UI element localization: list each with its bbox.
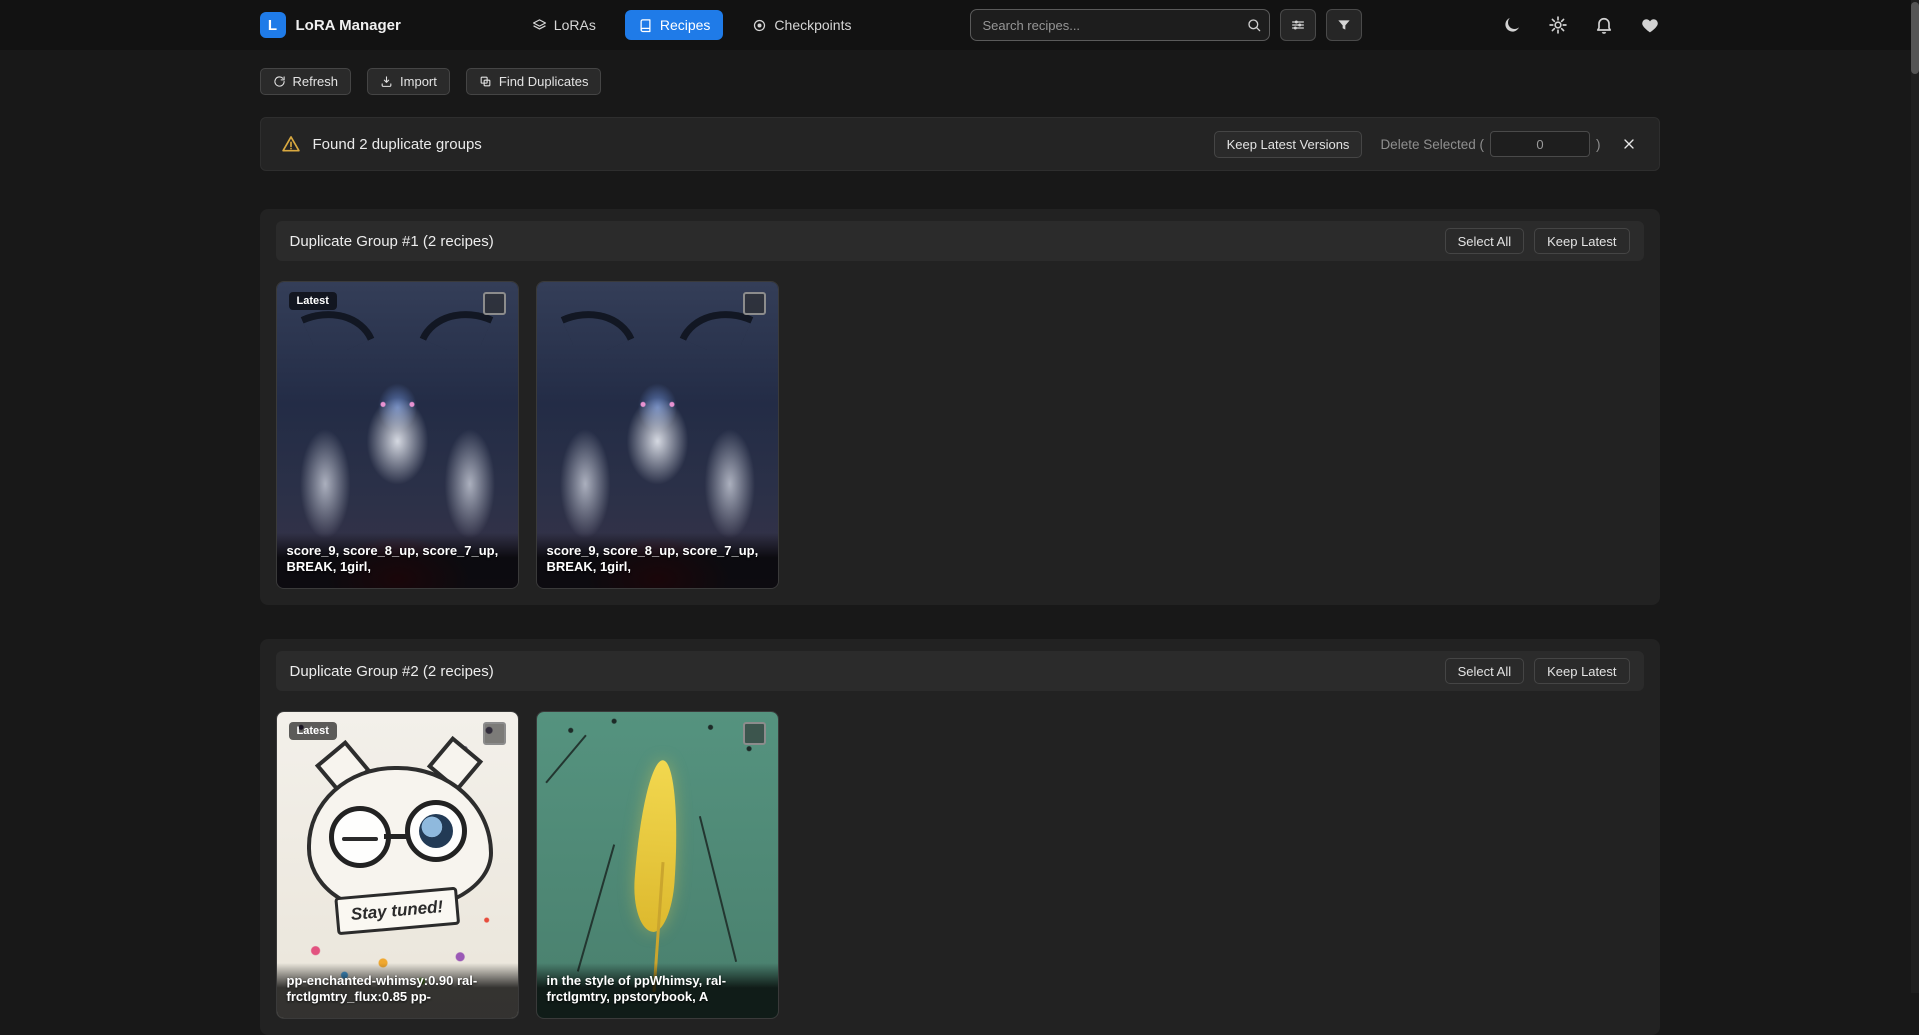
delete-selected-control: Delete Selected ( ) <box>1380 131 1600 157</box>
sliders-icon <box>1290 17 1306 33</box>
funnel-filter-button[interactable] <box>1326 9 1362 41</box>
duplicates-banner: Found 2 duplicate groups Keep Latest Ver… <box>260 117 1660 171</box>
navbar-inner: L LoRA Manager LoRAs Recipes C <box>260 0 1660 50</box>
import-label: Import <box>400 74 437 89</box>
select-all-button[interactable]: Select All <box>1445 658 1524 684</box>
twig-decoration <box>698 816 736 962</box>
delete-count-input[interactable] <box>1490 131 1590 157</box>
card-checkbox[interactable] <box>743 722 766 745</box>
nav-actions <box>1502 15 1660 35</box>
favorites-button[interactable] <box>1640 15 1660 35</box>
recipe-card[interactable]: Latest score_9, score_8_up, score_7_up, … <box>276 281 519 589</box>
tab-label: Recipes <box>660 17 711 33</box>
gear-icon <box>1548 15 1568 35</box>
refresh-button[interactable]: Refresh <box>260 68 352 95</box>
card-checkbox[interactable] <box>483 722 506 745</box>
card-checkbox[interactable] <box>743 292 766 315</box>
book-icon <box>638 18 653 33</box>
delete-selected-prefix: Delete Selected ( <box>1380 137 1484 152</box>
heart-icon <box>1640 15 1660 35</box>
checkpoint-icon <box>752 18 767 33</box>
group-title: Duplicate Group #2 (2 recipes) <box>290 663 494 680</box>
card-caption: score_9, score_8_up, score_7_up, BREAK, … <box>277 533 518 588</box>
banner-close-button[interactable] <box>1619 134 1639 154</box>
latest-badge: Latest <box>289 722 337 740</box>
card-checkbox[interactable] <box>483 292 506 315</box>
sliders-filter-button[interactable] <box>1280 9 1316 41</box>
delete-selected-suffix: ) <box>1596 137 1601 152</box>
tab-label: LoRAs <box>554 17 596 33</box>
page-content: Refresh Import Find Duplicates Found 2 d… <box>260 50 1660 1035</box>
keep-latest-button[interactable]: Keep Latest <box>1534 228 1629 254</box>
layers-icon <box>532 18 547 33</box>
refresh-icon <box>273 75 286 88</box>
select-all-button[interactable]: Select All <box>1445 228 1524 254</box>
keep-latest-button[interactable]: Keep Latest <box>1534 658 1629 684</box>
app-title: LoRA Manager <box>296 17 401 34</box>
keep-latest-versions-button[interactable]: Keep Latest Versions <box>1214 131 1363 158</box>
app-logo[interactable]: L <box>260 12 286 38</box>
moon-icon <box>1502 15 1522 35</box>
import-icon <box>380 75 393 88</box>
brand: L LoRA Manager <box>260 12 401 38</box>
toolbar: Refresh Import Find Duplicates <box>260 68 1660 95</box>
group-header: Duplicate Group #2 (2 recipes) Select Al… <box>276 651 1644 691</box>
tab-loras[interactable]: LoRAs <box>519 10 609 40</box>
cat-glasses <box>329 806 391 868</box>
scrollbar-track[interactable] <box>1911 0 1919 993</box>
theme-toggle-button[interactable] <box>1502 15 1522 35</box>
twig-decoration <box>576 844 614 971</box>
tab-label: Checkpoints <box>774 17 851 33</box>
funnel-icon <box>1336 17 1352 33</box>
warning-icon <box>281 134 301 154</box>
search-box <box>970 9 1270 41</box>
top-navbar: L LoRA Manager LoRAs Recipes C <box>0 0 1919 50</box>
group-title: Duplicate Group #1 (2 recipes) <box>290 233 494 250</box>
card-caption: in the style of ppWhimsy, ral-frctlgmtry… <box>537 963 778 1018</box>
notifications-button[interactable] <box>1594 15 1614 35</box>
banner-message: Found 2 duplicate groups <box>313 136 482 153</box>
group-actions: Select All Keep Latest <box>1445 658 1630 684</box>
search-area <box>970 9 1362 41</box>
twig-decoration <box>545 735 586 784</box>
duplicate-group-2: Duplicate Group #2 (2 recipes) Select Al… <box>260 639 1660 1035</box>
find-duplicates-label: Find Duplicates <box>499 74 589 89</box>
import-button[interactable]: Import <box>367 68 450 95</box>
cards-row: Stay tuned! Latest pp-enchanted-whimsy:0… <box>276 711 1644 1019</box>
group-header: Duplicate Group #1 (2 recipes) Select Al… <box>276 221 1644 261</box>
scrollbar-thumb[interactable] <box>1911 2 1919 74</box>
nav-tabs: LoRAs Recipes Checkpoints <box>519 10 865 40</box>
banner-message-area: Found 2 duplicate groups <box>281 134 482 154</box>
search-icon[interactable] <box>1244 15 1264 35</box>
recipe-card[interactable]: Stay tuned! Latest pp-enchanted-whimsy:0… <box>276 711 519 1019</box>
latest-badge: Latest <box>289 292 337 310</box>
cat-glasses <box>405 800 467 862</box>
duplicate-group-1: Duplicate Group #1 (2 recipes) Select Al… <box>260 209 1660 605</box>
logo-letter: L <box>268 17 277 34</box>
banner-actions: Keep Latest Versions Delete Selected ( ) <box>1214 131 1639 158</box>
card-caption: pp-enchanted-whimsy:0.90 ral-frctlgmtry_… <box>277 963 518 1018</box>
refresh-label: Refresh <box>293 74 339 89</box>
tab-recipes[interactable]: Recipes <box>625 10 724 40</box>
copy-icon <box>479 75 492 88</box>
recipe-card[interactable]: in the style of ppWhimsy, ral-frctlgmtry… <box>536 711 779 1019</box>
tab-checkpoints[interactable]: Checkpoints <box>739 10 864 40</box>
settings-button[interactable] <box>1548 15 1568 35</box>
cards-row: Latest score_9, score_8_up, score_7_up, … <box>276 281 1644 589</box>
find-duplicates-button[interactable]: Find Duplicates <box>466 68 602 95</box>
recipe-card[interactable]: score_9, score_8_up, score_7_up, BREAK, … <box>536 281 779 589</box>
card-caption: score_9, score_8_up, score_7_up, BREAK, … <box>537 533 778 588</box>
search-input[interactable] <box>970 9 1270 41</box>
bell-icon <box>1594 15 1614 35</box>
group-actions: Select All Keep Latest <box>1445 228 1630 254</box>
